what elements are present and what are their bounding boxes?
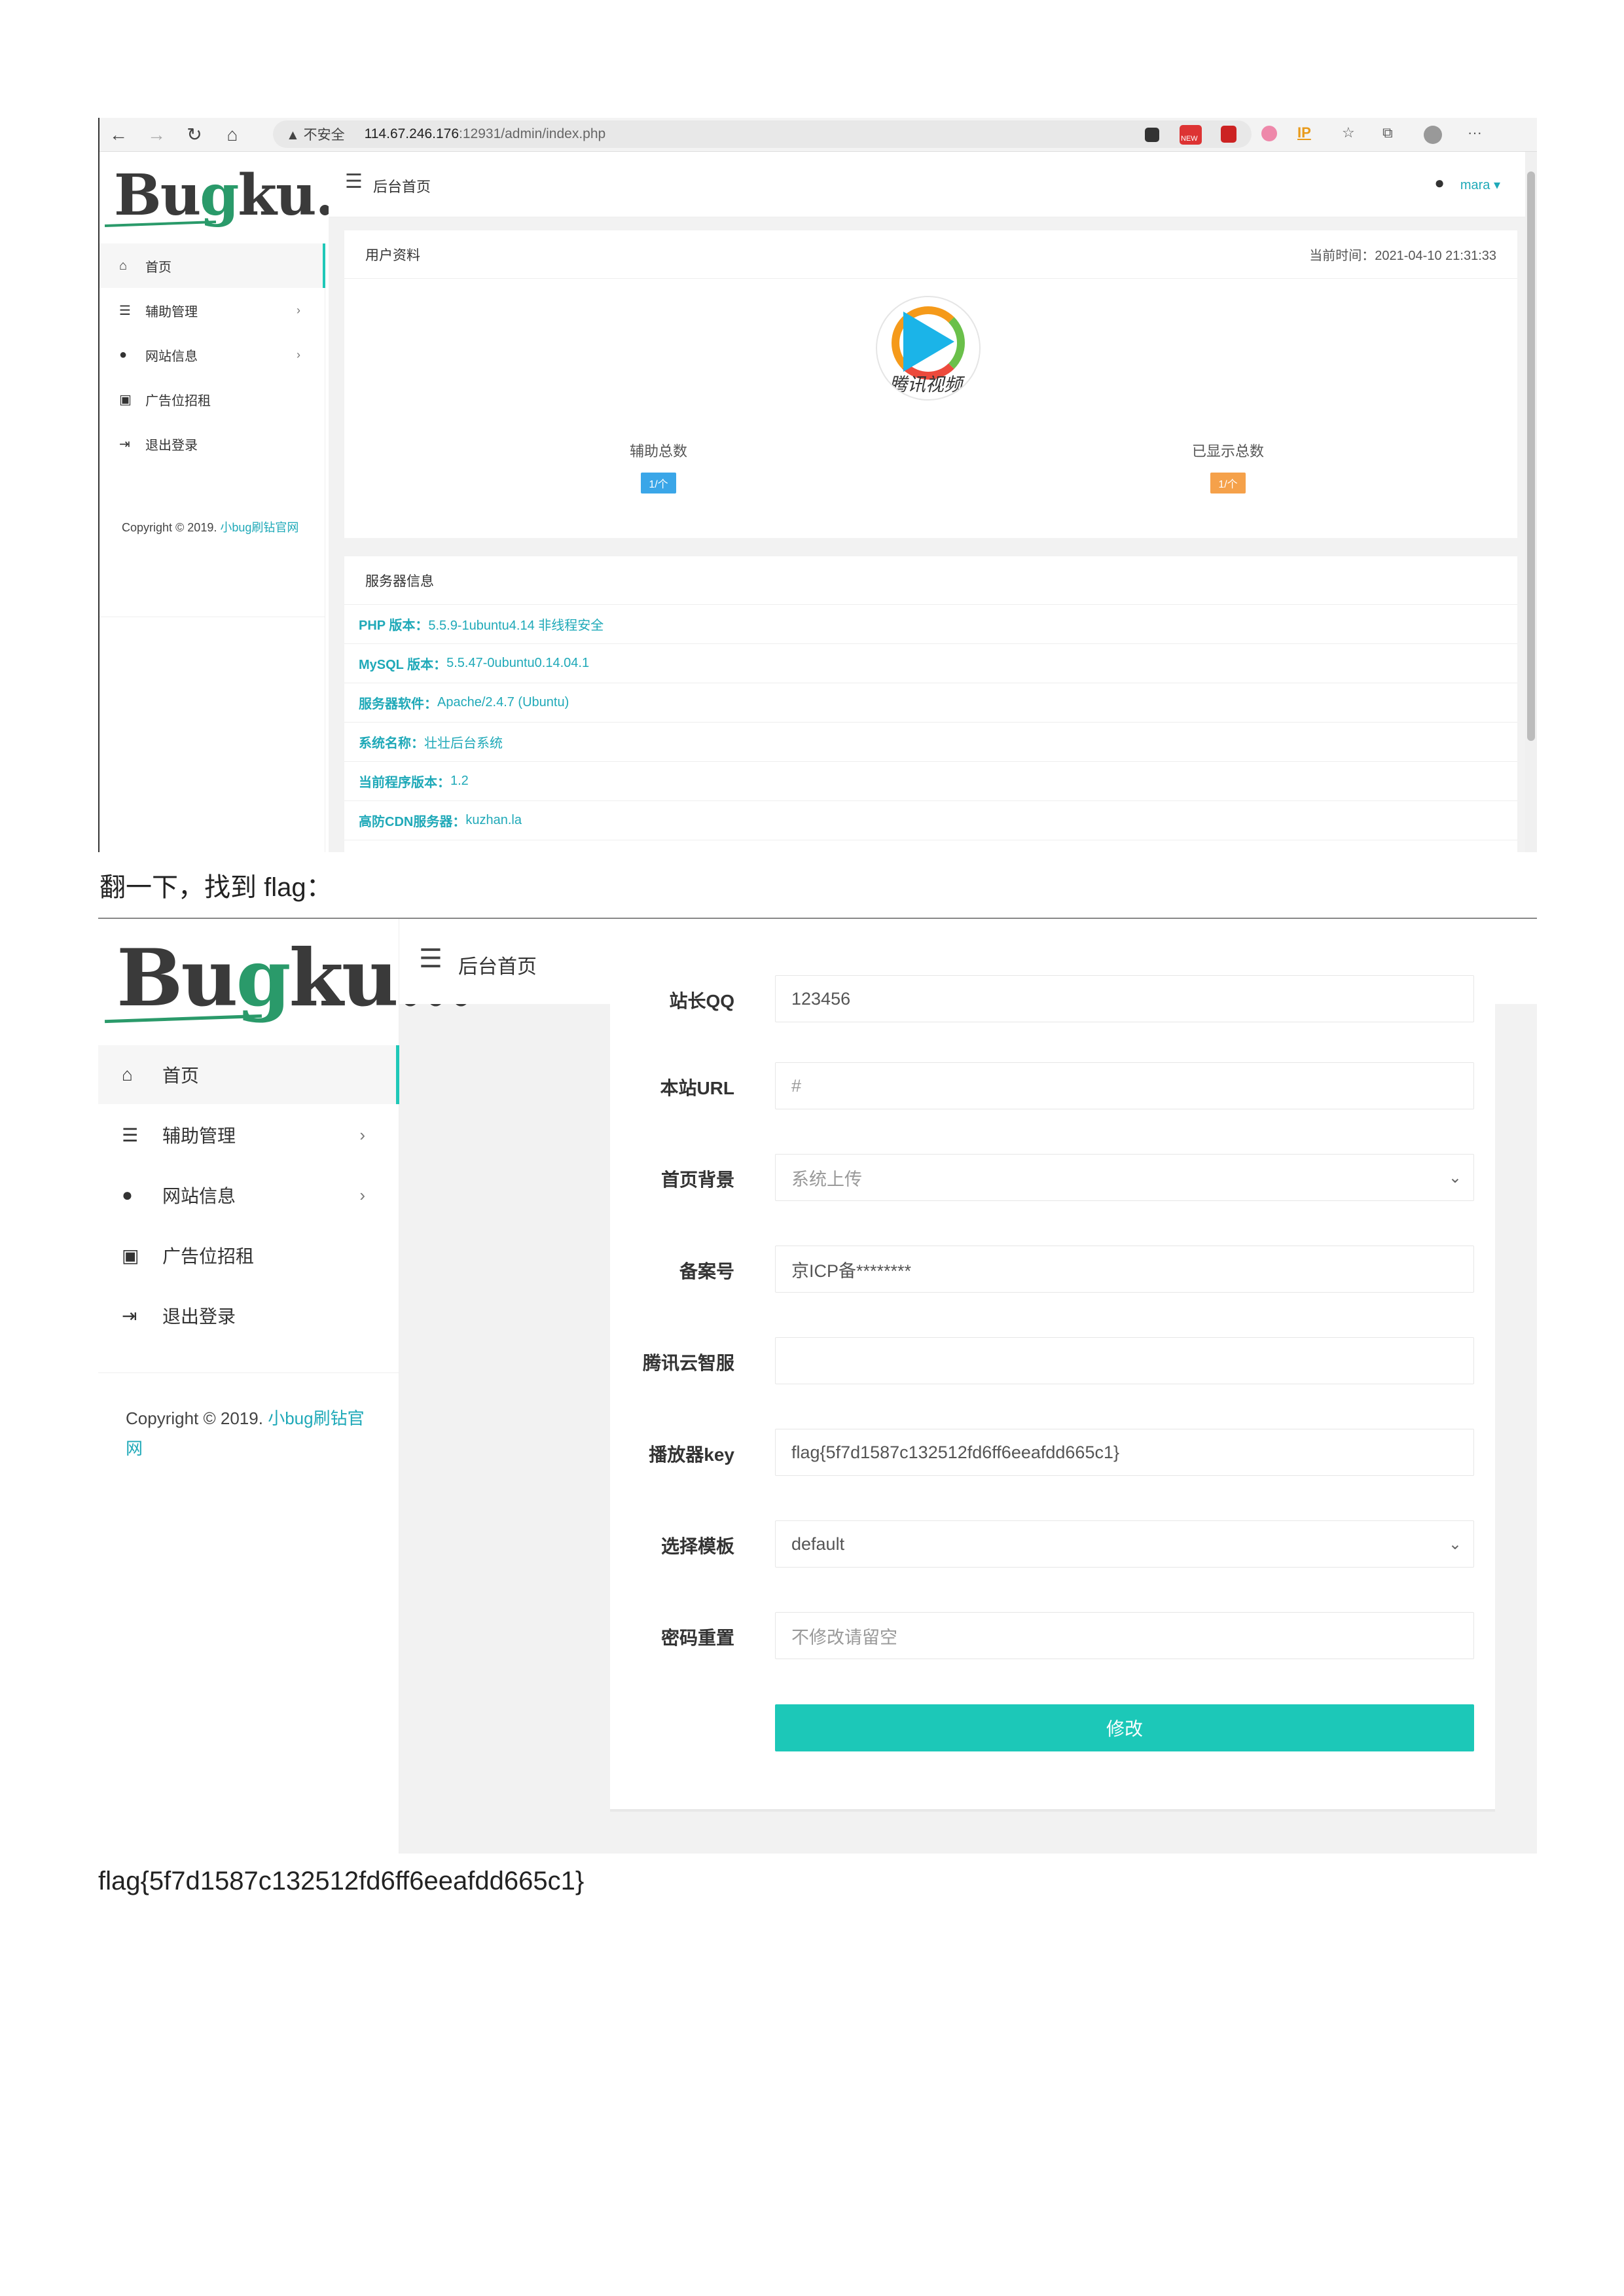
page-title: 后台首页 xyxy=(458,956,537,978)
menu-toggle-icon[interactable]: ☰ xyxy=(345,170,363,193)
info-row-mysql: MySQL 版本： 5.5.47-0ubuntu0.14.04.1 xyxy=(344,644,1517,683)
sidebar-item-logout[interactable]: ⇥ 退出登录 xyxy=(99,422,325,466)
sidebar: Bugku... ⌂ 首页 ☰ 辅助管理 › ● 网站信息 › ▣ 广告位招租 ⇥ 退出登… xyxy=(98,919,475,1854)
info-row-cdn: 高防CDN服务器： kuzhan.la xyxy=(344,801,1517,840)
card-icon: ▣ xyxy=(119,392,132,407)
site-url-input[interactable]: # xyxy=(775,1062,1474,1109)
reload-icon[interactable]: ↻ xyxy=(175,124,213,145)
sidebar-item-assist[interactable]: ☰ 辅助管理 › xyxy=(98,1105,399,1164)
form-row-site-url: 本站URL # xyxy=(610,1060,1495,1112)
main-content: 用户资料 当前时间：2021-04-10 21:31:33 腾讯视频 辅助总数 … xyxy=(329,217,1526,852)
stat-displayed-total: 已显示总数 1/个 xyxy=(1130,440,1326,493)
card-icon: ▣ xyxy=(122,1245,139,1266)
theme-palette-icon[interactable]: ● xyxy=(1434,173,1445,193)
url-path: :12931/admin/index.php xyxy=(459,126,606,141)
info-row-system-name: 系统名称： 壮壮后台系统 xyxy=(344,723,1517,762)
template-select[interactable]: default ⌄ xyxy=(775,1520,1474,1568)
copyright: Copyright © 2019. 小bug刷钻官网 xyxy=(122,521,299,534)
palette-icon: ● xyxy=(122,1185,133,1205)
background-select[interactable]: 系统上传 ⌄ xyxy=(775,1154,1474,1201)
url-host: 114.67.246.176 xyxy=(364,126,460,141)
profile-card-header: 用户资料 当前时间：2021-04-10 21:31:33 xyxy=(344,230,1517,279)
home-browser-icon[interactable]: ⌂ xyxy=(213,124,251,145)
sidebar-item-ads[interactable]: ▣ 广告位招租 xyxy=(99,377,325,422)
icp-input[interactable]: 京ICP备******** xyxy=(775,1246,1474,1293)
list-icon: ☰ xyxy=(122,1124,139,1145)
caption-flag: flag{5f7d1587c132512fd6ff6eeafdd665c1} xyxy=(98,1867,585,1895)
form-row-qq: 站长QQ 123456 xyxy=(610,973,1495,1025)
server-info-card: 服务器信息 PHP 版本： 5.5.9-1ubuntu4.14 非线程安全 MyS… xyxy=(344,556,1517,852)
logout-icon: ⇥ xyxy=(122,1305,137,1326)
top-header: ☰ 后台首页 ● mara ▾ xyxy=(329,152,1526,217)
chevron-right-icon: › xyxy=(297,348,300,361)
chevron-down-icon: ⌄ xyxy=(1448,1168,1462,1187)
caption-instruction: 翻一下，找到 flag： xyxy=(99,873,333,902)
menu-toggle-icon[interactable]: ☰ xyxy=(419,944,442,974)
sidebar-item-ads[interactable]: ▣ 广告位招租 xyxy=(98,1226,399,1285)
chevron-down-icon: ⌄ xyxy=(1448,1535,1462,1553)
page-title: 后台首页 xyxy=(373,179,431,195)
home-icon: ⌂ xyxy=(119,258,128,273)
profile-avatar-icon[interactable] xyxy=(1424,126,1442,144)
password-reset-input[interactable]: 不修改请留空 xyxy=(775,1612,1474,1659)
profile-card: 用户资料 当前时间：2021-04-10 21:31:33 腾讯视频 辅助总数 … xyxy=(344,230,1517,538)
favorites-icon[interactable]: ☆ xyxy=(1342,124,1355,141)
sidebar-item-site-info[interactable]: ● 网站信息 › xyxy=(99,332,325,377)
chrome-extension-icon[interactable] xyxy=(1261,126,1277,141)
browser-toolbar: ← → ↻ ⌂ ▲ 不安全 114.67.246.176:12931/admin… xyxy=(99,118,1537,152)
user-menu[interactable]: mara ▾ xyxy=(1460,177,1500,193)
screenshot-site-settings: Bugku... ⌂ 首页 ☰ 辅助管理 › ● 网站信息 › ▣ 广告位招租 ⇥ 退出登… xyxy=(98,918,1537,1854)
sidebar-item-assist[interactable]: ☰ 辅助管理 › xyxy=(99,288,325,332)
ip-extension-icon[interactable]: IP xyxy=(1297,124,1311,141)
form-row-tencent-service: 腾讯云智服 xyxy=(610,1335,1495,1387)
more-menu-icon[interactable]: ··· xyxy=(1468,124,1482,141)
collections-icon[interactable]: ⧉ xyxy=(1382,124,1393,141)
chevron-right-icon: › xyxy=(359,1124,365,1145)
news-extension-icon[interactable]: NEW xyxy=(1180,125,1202,145)
sidebar: ⌂ 首页 ☰ 辅助管理 › ● 网站信息 › ▣ 广告位招租 ⇥ 退出登录 Copyrig… xyxy=(99,243,325,852)
page-scrollbar[interactable] xyxy=(1525,152,1537,852)
tencent-video-logo: 腾讯视频 xyxy=(876,296,981,401)
info-row-server-software: 服务器软件： Apache/2.4.7 (Ubuntu) xyxy=(344,683,1517,723)
chevron-right-icon: › xyxy=(359,1185,365,1205)
qq-input[interactable]: 123456 xyxy=(775,975,1474,1022)
server-card-header: 服务器信息 xyxy=(344,556,1517,605)
list-icon: ☰ xyxy=(119,303,131,318)
scrollbar-thumb[interactable] xyxy=(1527,171,1535,741)
form-row-password-reset: 密码重置 不修改请留空 xyxy=(610,1609,1495,1662)
form-row-player-key: 播放器key flag{5f7d1587c132512fd6ff6eeafdd6… xyxy=(610,1426,1495,1479)
current-time: 当前时间：2021-04-10 21:31:33 xyxy=(1309,249,1496,263)
home-icon: ⌂ xyxy=(122,1064,133,1085)
sidebar-divider xyxy=(98,1372,399,1373)
card-bottom-edge xyxy=(610,1809,1495,1812)
sidebar-item-logout[interactable]: ⇥ 退出登录 xyxy=(98,1286,399,1345)
copyright-link[interactable]: 小bug刷钻官网 xyxy=(220,521,298,534)
copyright: Copyright © 2019. 小bug刷钻官网 xyxy=(126,1408,365,1458)
tencent-service-input[interactable] xyxy=(775,1337,1474,1384)
form-row-template: 选择模板 default ⌄ xyxy=(610,1518,1495,1570)
stat-badge: 1/个 xyxy=(641,473,676,493)
sidebar-item-site-info[interactable]: ● 网站信息 › xyxy=(98,1166,399,1225)
extension-icon[interactable] xyxy=(1145,128,1159,142)
forward-arrow-icon[interactable]: → xyxy=(137,124,175,145)
chevron-right-icon: › xyxy=(297,303,300,317)
logout-icon: ⇥ xyxy=(119,437,130,452)
back-arrow-icon[interactable]: ← xyxy=(99,124,137,145)
sidebar-item-home[interactable]: ⌂ 首页 xyxy=(99,243,325,288)
form-row-background: 首页背景 系统上传 ⌄ xyxy=(610,1151,1495,1204)
pdf-extension-icon[interactable] xyxy=(1221,126,1236,143)
sidebar-item-home[interactable]: ⌂ 首页 xyxy=(98,1045,399,1104)
info-row-version: 当前程序版本： 1.2 xyxy=(344,762,1517,801)
player-key-input[interactable]: flag{5f7d1587c132512fd6ff6eeafdd665c1} xyxy=(775,1429,1474,1476)
insecure-warning: ▲ 不安全 xyxy=(286,128,345,143)
screenshot-admin-dashboard: ← → ↻ ⌂ ▲ 不安全 114.67.246.176:12931/admin… xyxy=(98,118,1537,852)
settings-form: 站长QQ 123456 本站URL # 首页背景 系统上传 ⌄ 备案号 京ICP备… xyxy=(610,975,1495,1809)
info-row-php: PHP 版本： 5.5.9-1ubuntu4.14 非线程安全 xyxy=(344,605,1517,644)
submit-button[interactable]: 修改 xyxy=(775,1704,1474,1751)
palette-icon: ● xyxy=(119,347,128,362)
stat-assist-total: 辅助总数 1/个 xyxy=(560,440,757,493)
stat-badge: 1/个 xyxy=(1210,473,1246,493)
form-row-icp: 备案号 京ICP备******** xyxy=(610,1243,1495,1295)
address-bar[interactable]: ▲ 不安全 114.67.246.176:12931/admin/index.p… xyxy=(273,120,1252,148)
